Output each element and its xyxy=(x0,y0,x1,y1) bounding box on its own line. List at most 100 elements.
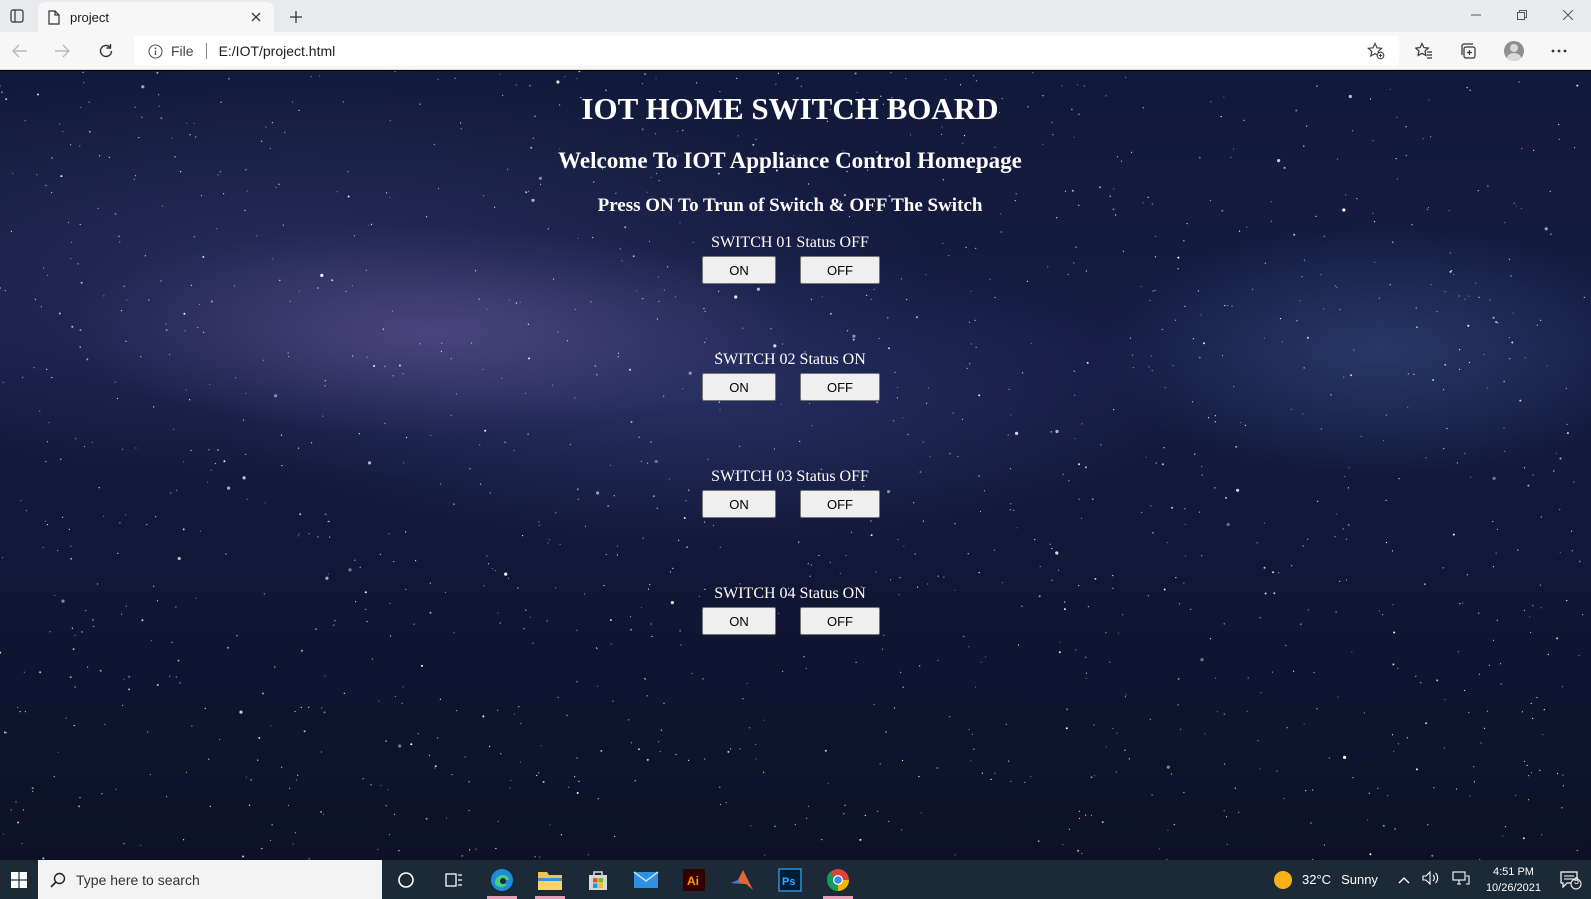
star-add-icon xyxy=(1367,42,1385,60)
new-tab-button[interactable] xyxy=(280,2,312,32)
page-instruction: Press ON To Trun of Switch & OFF The Swi… xyxy=(597,195,983,216)
clock-date: 10/26/2021 xyxy=(1485,881,1541,894)
cortana-icon xyxy=(398,871,414,888)
restore-button[interactable] xyxy=(1499,0,1545,30)
weather-desc: Sunny xyxy=(1341,872,1378,887)
refresh-icon xyxy=(99,44,113,58)
close-icon xyxy=(251,12,261,22)
edge-taskbar-button[interactable] xyxy=(478,860,526,899)
network-button[interactable] xyxy=(1452,871,1470,888)
collections-icon xyxy=(1461,43,1476,59)
store-icon xyxy=(589,870,607,890)
chevron-up-icon xyxy=(1398,877,1410,884)
page-icon xyxy=(48,9,60,25)
cortana-button[interactable] xyxy=(382,860,430,899)
tab-actions-icon xyxy=(10,9,24,23)
url-text[interactable]: E:/IOT/project.html xyxy=(219,43,336,59)
settings-more-button[interactable] xyxy=(1545,37,1573,65)
clock[interactable]: 4:51 PM 10/26/2021 xyxy=(1486,864,1541,896)
weather-temp: 32°C xyxy=(1302,872,1332,887)
weather-widget[interactable]: 32°C Sunny xyxy=(1274,870,1378,889)
forward-button[interactable] xyxy=(48,37,76,65)
switch-01-off-button[interactable]: OFF xyxy=(800,256,880,284)
switch-04-status: SWITCH 04 Status ON xyxy=(714,585,866,602)
back-button[interactable] xyxy=(6,37,34,65)
taskbar-search[interactable]: Type here to search xyxy=(38,860,382,899)
store-taskbar-button[interactable] xyxy=(574,860,622,899)
refresh-button[interactable] xyxy=(92,37,120,65)
start-button[interactable] xyxy=(0,860,38,899)
page-viewport: IOT HOME SWITCH BOARD Welcome To IOT App… xyxy=(0,71,1591,860)
tab-close-button[interactable] xyxy=(248,9,264,25)
switch-01-status: SWITCH 01 Status OFF xyxy=(711,234,869,251)
tab-bar: project xyxy=(0,0,1591,32)
file-explorer-taskbar-button[interactable] xyxy=(526,860,574,899)
page-subtitle: Welcome To IOT Appliance Control Homepag… xyxy=(558,148,1022,173)
edge-icon xyxy=(491,868,513,891)
tab-actions-button[interactable] xyxy=(0,0,34,32)
system-tray: 32°C Sunny 4:51 PM 10/26/2021 5 xyxy=(1274,860,1591,899)
matlab-taskbar-button[interactable] xyxy=(718,860,766,899)
add-favorite-button[interactable] xyxy=(1367,42,1385,65)
task-view-button[interactable] xyxy=(430,860,478,899)
window-controls xyxy=(1453,0,1591,32)
svg-text:Ps: Ps xyxy=(782,876,795,888)
url-divider xyxy=(205,43,207,59)
switch-03-off-button[interactable]: OFF xyxy=(800,490,880,518)
sun-icon xyxy=(1274,870,1293,889)
volume-button[interactable] xyxy=(1422,870,1440,888)
switch-03: SWITCH 03 Status OFF ON OFF xyxy=(0,468,1580,518)
profile-button[interactable] xyxy=(1500,37,1528,65)
plus-icon xyxy=(290,11,302,23)
starfield-background xyxy=(0,71,1585,860)
restore-icon xyxy=(1517,10,1527,20)
info-icon xyxy=(148,43,163,59)
notification-count: 5 xyxy=(1573,876,1579,886)
chrome-taskbar-button[interactable] xyxy=(814,860,862,899)
action-center-button[interactable]: 5 xyxy=(1551,860,1591,899)
network-icon xyxy=(1452,871,1470,885)
switch-04-on-button[interactable]: ON xyxy=(702,607,776,635)
forward-arrow-icon xyxy=(55,44,70,58)
switch-02-on-button[interactable]: ON xyxy=(702,373,776,401)
switch-01-on-button[interactable]: ON xyxy=(702,256,776,284)
taskbar: Type here to search Ai Ps 32°C Sunny 4:5… xyxy=(0,860,1591,899)
speaker-icon xyxy=(1422,870,1439,886)
switch-03-on-button[interactable]: ON xyxy=(702,490,776,518)
address-bar[interactable]: File E:/IOT/project.html xyxy=(134,36,1399,66)
show-hidden-icons-button[interactable] xyxy=(1398,872,1410,887)
minimize-button[interactable] xyxy=(1453,0,1499,30)
switch-02-off-button[interactable]: OFF xyxy=(800,373,880,401)
windows-logo-icon xyxy=(11,871,27,888)
favorites-button[interactable] xyxy=(1410,37,1438,65)
close-icon xyxy=(1563,10,1573,20)
chrome-icon xyxy=(826,868,849,891)
illustrator-icon: Ai xyxy=(683,868,705,891)
favorites-icon xyxy=(1415,42,1432,59)
photoshop-icon: Ps xyxy=(778,867,802,892)
switch-04-off-button[interactable]: OFF xyxy=(800,607,880,635)
search-placeholder: Type here to search xyxy=(76,871,200,888)
minimize-icon xyxy=(1471,14,1481,16)
site-info-button[interactable]: File xyxy=(148,43,194,59)
window-close-button[interactable] xyxy=(1545,0,1591,30)
svg-text:Ai: Ai xyxy=(687,874,699,888)
switch-02: SWITCH 02 Status ON ON OFF xyxy=(0,351,1580,401)
address-toolbar: File E:/IOT/project.html xyxy=(0,32,1591,70)
clock-time: 4:51 PM xyxy=(1492,865,1534,878)
mail-taskbar-button[interactable] xyxy=(622,860,670,899)
switch-03-status: SWITCH 03 Status OFF xyxy=(711,468,869,485)
illustrator-taskbar-button[interactable]: Ai xyxy=(670,860,718,899)
url-scheme-label: File xyxy=(171,43,194,59)
tab-project[interactable]: project xyxy=(38,2,274,32)
more-icon xyxy=(1551,49,1567,53)
switch-04: SWITCH 04 Status ON ON OFF xyxy=(0,585,1580,635)
file-explorer-icon xyxy=(538,871,562,890)
switch-01: SWITCH 01 Status OFF ON OFF xyxy=(0,234,1580,284)
back-arrow-icon xyxy=(12,44,27,58)
avatar xyxy=(1504,41,1524,61)
tab-title: project xyxy=(70,9,110,25)
task-view-icon xyxy=(445,872,462,887)
collections-button[interactable] xyxy=(1454,37,1482,65)
photoshop-taskbar-button[interactable]: Ps xyxy=(766,860,814,899)
